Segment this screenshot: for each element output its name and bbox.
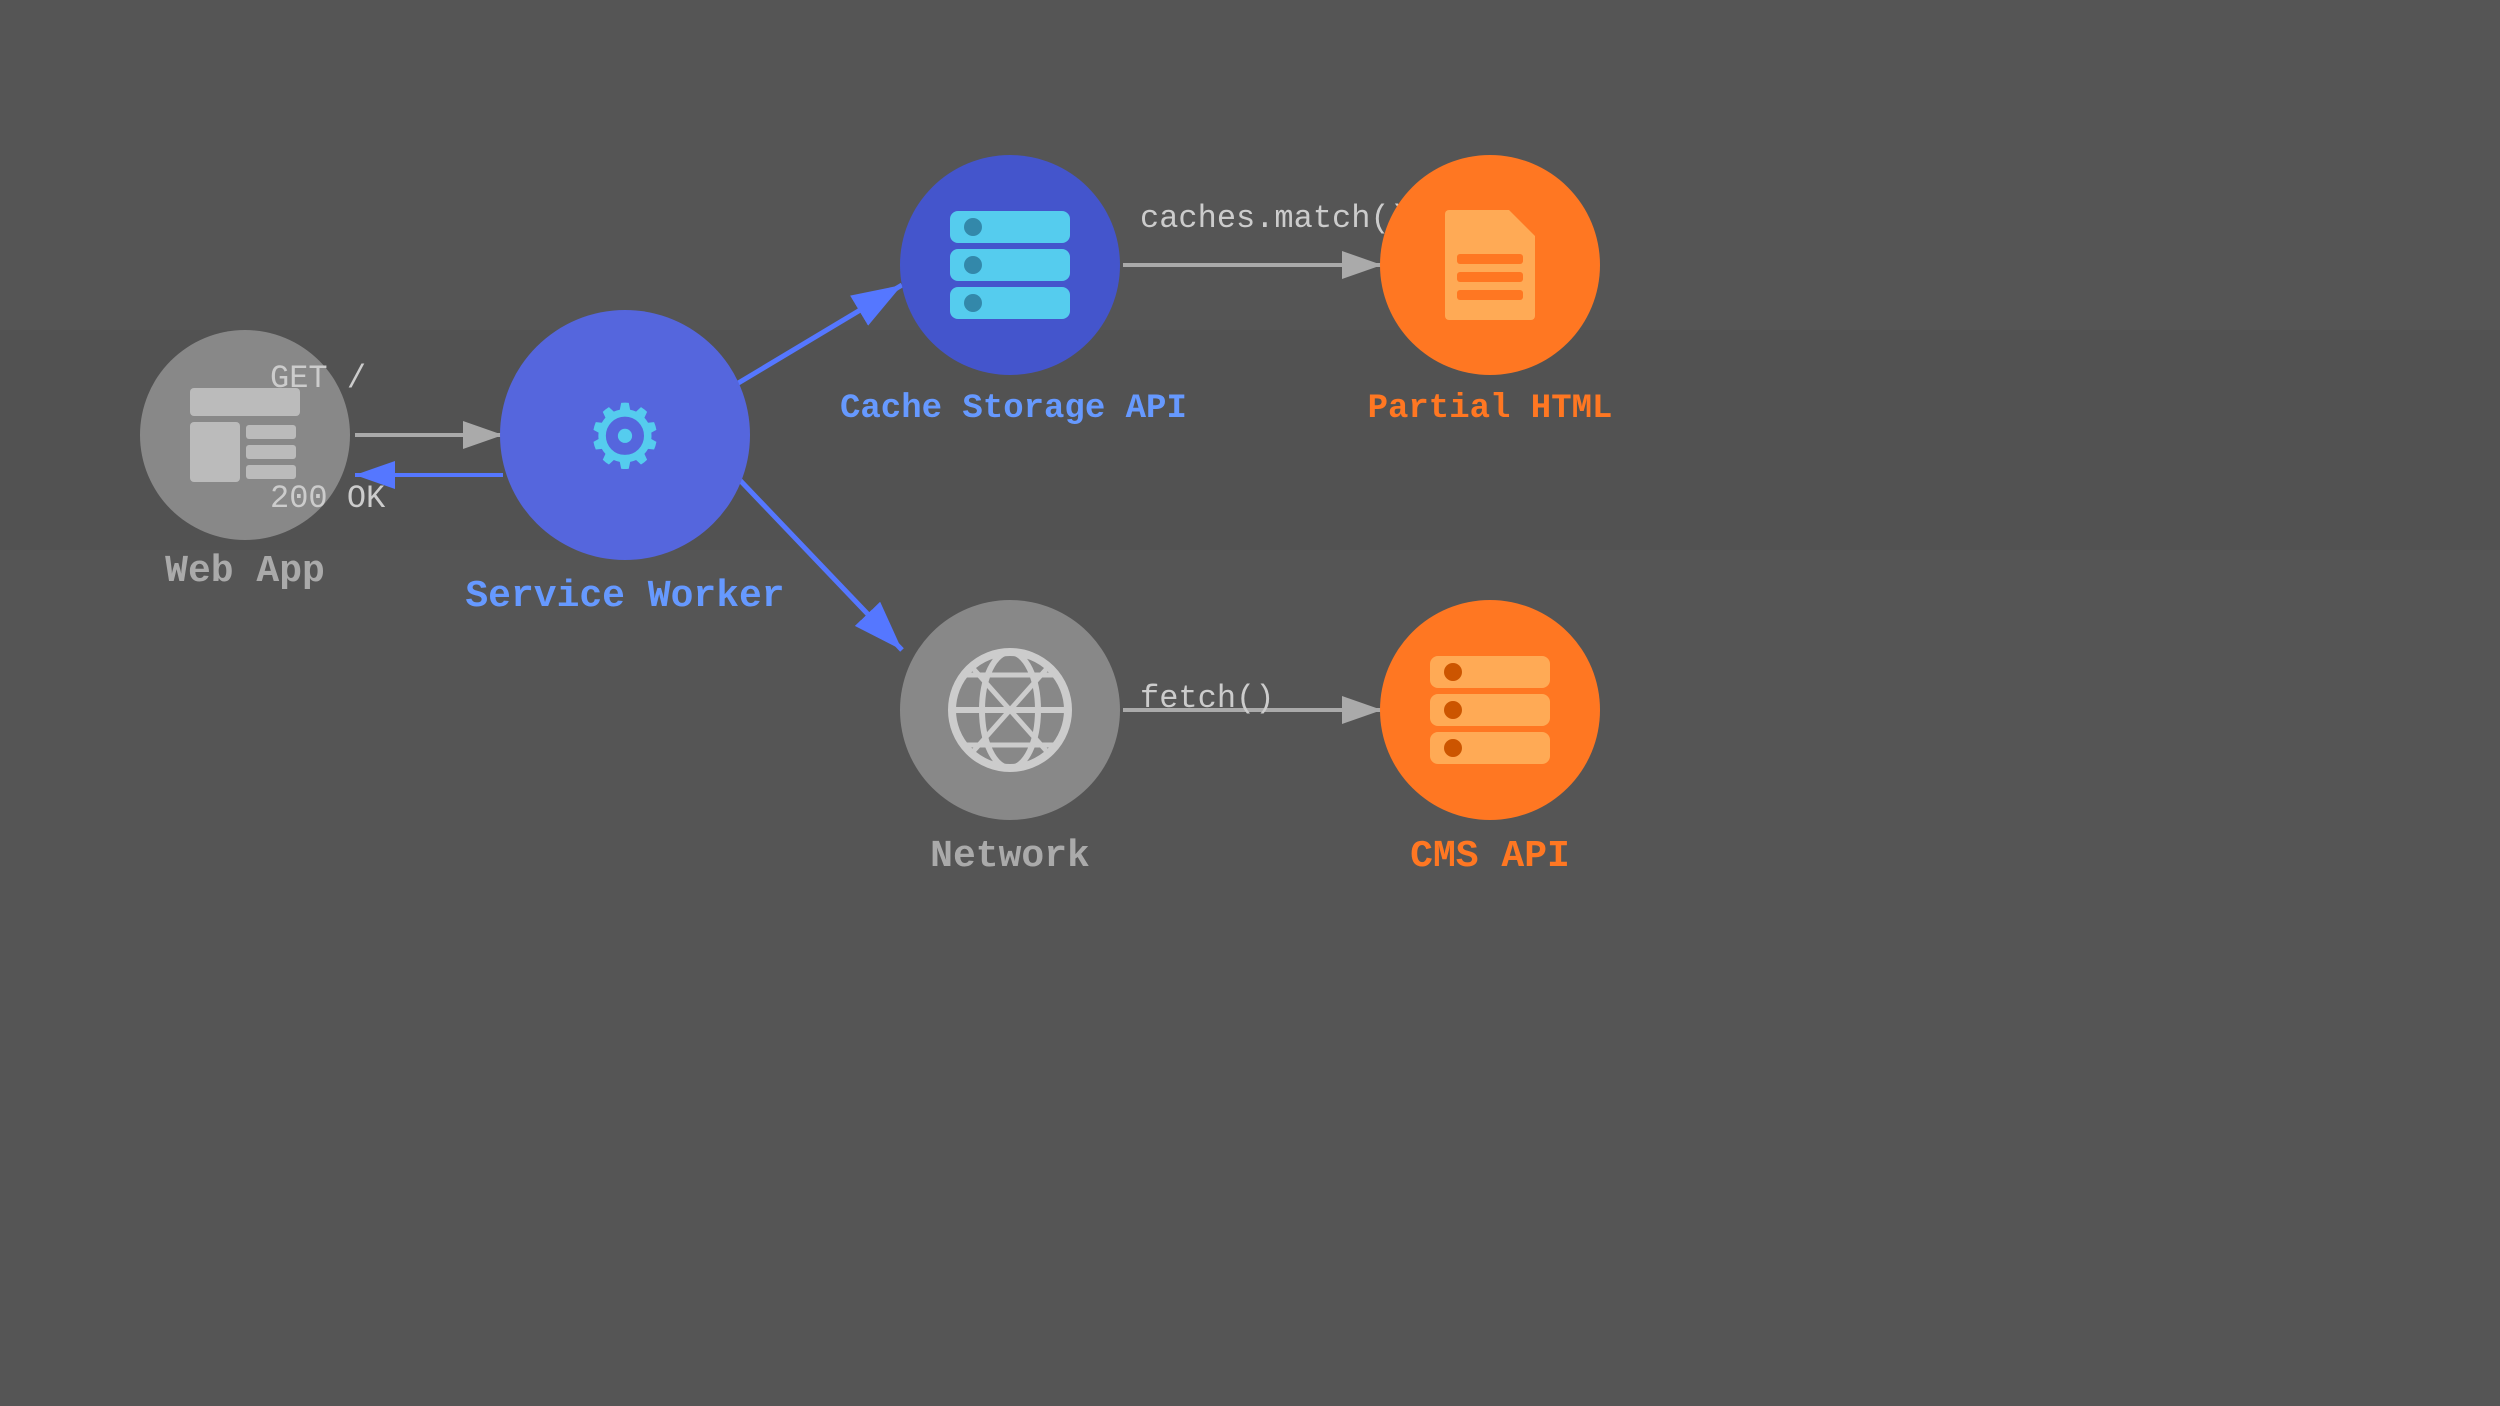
cache-storage-label: Cache Storage API	[840, 390, 1180, 428]
background-band	[0, 330, 2500, 550]
cache-storage-node	[900, 155, 1120, 375]
network-label: Network	[860, 835, 1160, 878]
fetch-label: fetch()	[1140, 680, 1274, 717]
web-app-label: Web App	[140, 550, 350, 593]
cms-db-icon	[1430, 656, 1550, 764]
network-node	[900, 600, 1120, 820]
cache-db-icon	[950, 211, 1070, 319]
ok-label: 200 OK	[270, 480, 385, 517]
partial-html-label: Partial HTML	[1310, 390, 1670, 428]
service-worker-node: ⚙	[500, 310, 750, 560]
globe-icon	[945, 645, 1075, 775]
web-app-icon	[190, 388, 300, 482]
cms-api-node	[1380, 600, 1600, 820]
service-worker-label: Service Worker	[430, 575, 820, 618]
partial-html-node	[1380, 155, 1600, 375]
caches-match-label: caches.match()	[1140, 200, 1409, 237]
get-label: GET /	[270, 360, 366, 397]
gear-icon: ⚙	[592, 367, 658, 503]
cms-api-label: CMS API	[1350, 835, 1630, 878]
doc-icon	[1445, 210, 1535, 320]
